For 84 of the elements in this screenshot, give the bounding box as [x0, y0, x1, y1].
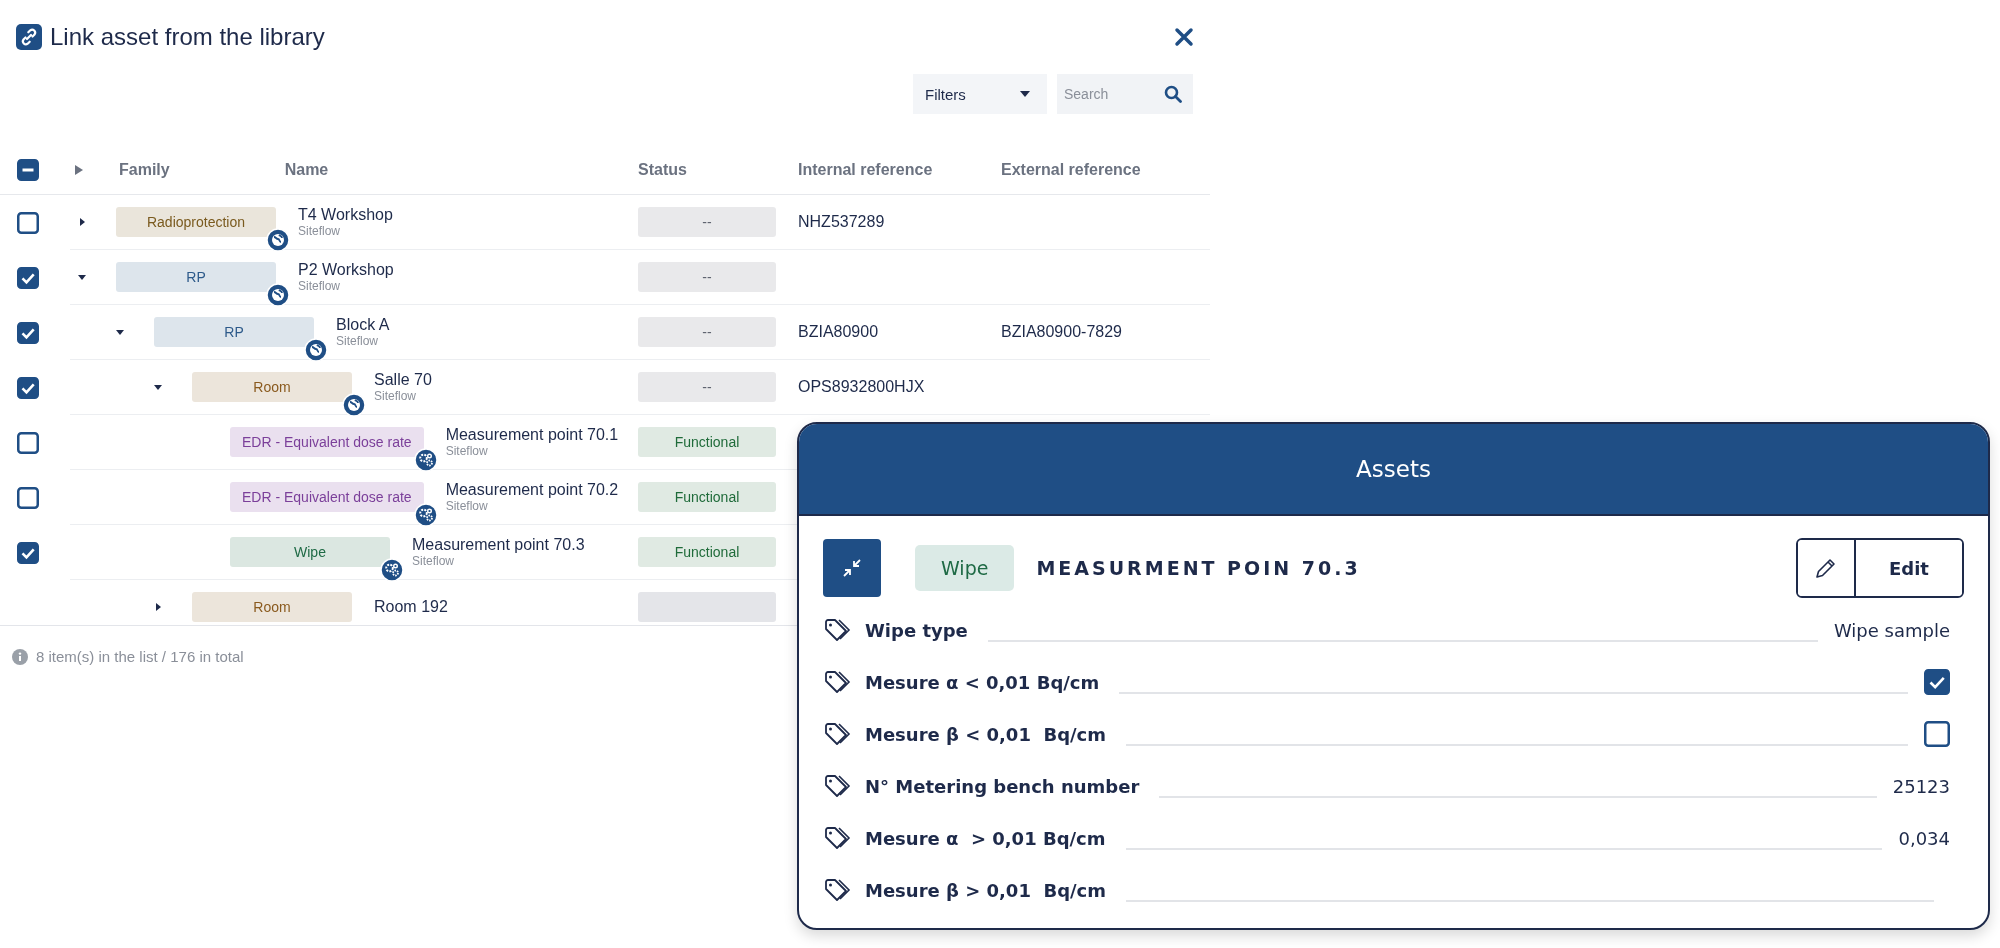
family-tag: Room	[192, 592, 352, 622]
asset-name: Measurement point 70.2	[445, 481, 619, 499]
close-icon[interactable]	[1174, 27, 1194, 47]
field-value: Wipe sample	[1833, 619, 1950, 641]
checkbox[interactable]	[17, 266, 39, 289]
asset-source: Siteflow	[445, 444, 489, 458]
family-tag: Room	[192, 372, 352, 402]
checkbox[interactable]	[17, 376, 39, 399]
asset-name: T4 Workshop	[298, 206, 393, 224]
field-label: Mesure α > 0,01 Bq/cm	[865, 827, 1106, 849]
collapse-button[interactable]	[823, 539, 881, 597]
checkbox[interactable]	[17, 211, 39, 234]
checkbox[interactable]	[17, 541, 39, 564]
collapse-arrow[interactable]	[114, 327, 126, 337]
info-icon	[12, 648, 28, 665]
column-header: Internal reference	[798, 161, 933, 178]
tag-icon	[823, 826, 851, 850]
search-icon[interactable]	[1164, 85, 1182, 103]
collapse-arrow[interactable]	[152, 382, 164, 392]
tag-icon	[823, 670, 851, 694]
asset-name: Measurement point 70.1	[445, 426, 619, 444]
asset-name: P2 Workshop	[298, 261, 394, 279]
column-header: External reference	[1001, 161, 1141, 178]
asset-source: Siteflow	[445, 499, 489, 513]
column-header: Name	[284, 161, 329, 179]
filters-dropdown[interactable]: Filters	[913, 74, 1047, 114]
family-tag: RP	[154, 317, 314, 347]
link-icon	[16, 24, 42, 50]
status-badge: Functional	[638, 537, 776, 567]
field-label: Mesure α < 0,01 Bq/cm	[865, 671, 1100, 693]
family-tag: EDR - Equivalent dose rate	[230, 482, 424, 512]
item-count: 8 item(s) in the list / 176 in total	[36, 648, 244, 665]
asset-source: Siteflow	[298, 279, 342, 293]
field-value: 0,034	[1898, 827, 1950, 849]
field-label: Mesure β > 0,01 Bq/cm	[865, 879, 1107, 901]
status-badge: --	[638, 262, 776, 292]
shrink-icon	[842, 558, 862, 578]
status-badge: --	[638, 372, 776, 402]
field-label: Wipe type	[865, 619, 968, 641]
status-badge: Functional	[638, 482, 776, 512]
dialog-title: Link asset from the library	[50, 23, 326, 51]
checkbox[interactable]	[17, 321, 39, 344]
asset-source: Siteflow	[298, 224, 342, 238]
panel-title: Assets	[1356, 456, 1431, 482]
pencil-icon	[1814, 556, 1838, 580]
status-badge: --	[638, 317, 776, 347]
checkbox[interactable]	[1924, 669, 1950, 695]
tag-icon	[823, 878, 851, 902]
family-tag: RP	[116, 262, 276, 292]
search-field[interactable]: Search	[1057, 74, 1193, 114]
asset-name: Block A	[336, 316, 390, 334]
tag-icon	[823, 722, 851, 746]
tag-icon	[823, 618, 851, 642]
checkbox[interactable]	[1924, 721, 1950, 747]
status-badge: Functional	[638, 427, 776, 457]
field-value: 25123	[1892, 775, 1950, 797]
table-cell: OPS8932800HJX	[798, 378, 925, 395]
status-badge: --	[638, 207, 776, 237]
asset-source: Siteflow	[412, 554, 456, 568]
family-tag: Radioprotection	[116, 207, 276, 237]
asset-heading: MEASURMENT POIN 70.3	[1036, 557, 1362, 579]
asset-name: Measurement point 70.3	[412, 536, 585, 554]
field-label: Mesure β < 0,01 Bq/cm	[865, 723, 1107, 745]
asset-name: Salle 70	[374, 371, 432, 389]
checkbox[interactable]	[17, 486, 39, 509]
caret-icon	[1019, 90, 1031, 98]
family-tag: Wipe	[915, 545, 1015, 591]
asset-source: Siteflow	[336, 334, 380, 348]
family-tag: EDR - Equivalent dose rate	[230, 427, 424, 457]
tag-icon	[823, 774, 851, 798]
checkbox[interactable]	[17, 159, 39, 181]
column-header: Status	[638, 161, 687, 178]
collapse-arrow[interactable]	[76, 272, 88, 282]
checkbox[interactable]	[17, 431, 39, 454]
family-tag: Wipe	[230, 537, 390, 567]
table-cell: BZIA80900-7829	[1001, 323, 1122, 340]
asset-name: Room 192	[374, 598, 448, 616]
asset-source: Siteflow	[374, 389, 418, 403]
table-cell: NHZ537289	[798, 213, 885, 230]
pencil-button[interactable]	[1798, 540, 1856, 596]
field-label: N° Metering bench number	[865, 775, 1140, 797]
table-cell: BZIA80900	[798, 323, 879, 340]
search-input[interactable]: Search	[1064, 84, 1160, 104]
column-header: Family	[119, 161, 170, 179]
